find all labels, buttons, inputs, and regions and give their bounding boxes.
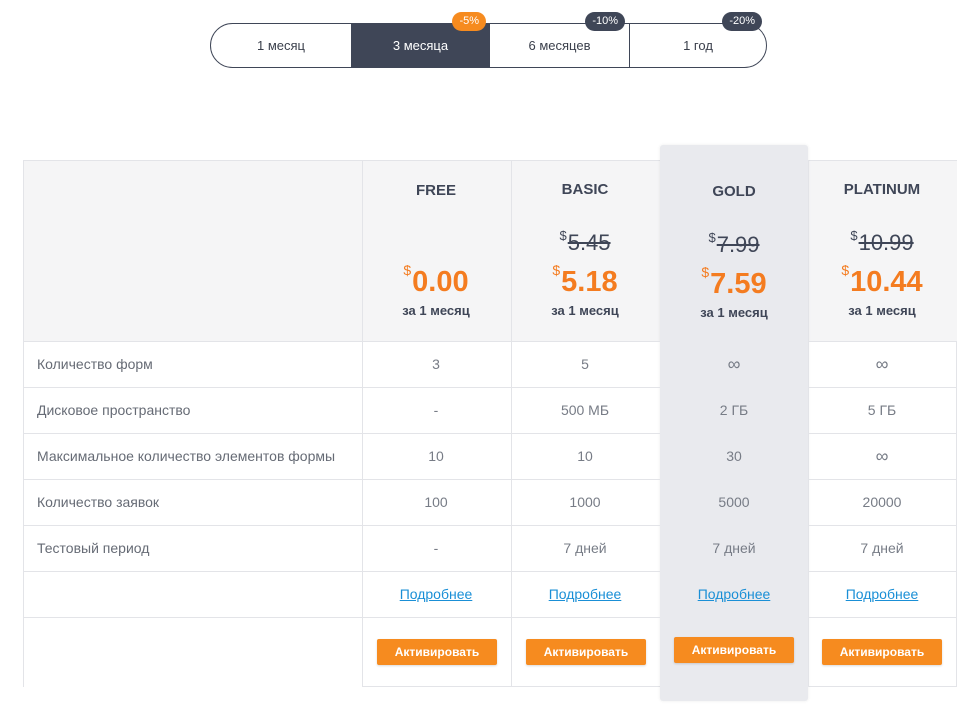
price-value: 0.00: [412, 266, 469, 298]
old-price-platinum: $10.99: [808, 228, 956, 256]
cell-value: 7 дней: [860, 540, 904, 556]
activate-button-gold[interactable]: Активировать: [674, 637, 794, 663]
price-free: $0.00: [362, 262, 510, 299]
cell-value: -: [433, 540, 439, 556]
cell-value: ∞: [875, 446, 889, 466]
price-period-free: за 1 месяц: [402, 303, 470, 318]
currency-symbol: $: [559, 228, 567, 243]
cell-value: 1000: [569, 494, 601, 510]
period-switcher: 1 месяц 3 месяца -5% 6 месяцев -10% 1 го…: [210, 12, 767, 68]
activate-button-free[interactable]: Активировать: [377, 639, 497, 665]
period-6-months[interactable]: 6 месяцев -10%: [490, 12, 629, 67]
period-label: 1 месяц: [257, 38, 305, 53]
cell-value: 5: [581, 356, 589, 372]
cell-value: 20000: [862, 494, 902, 510]
period-label: 1 год: [683, 38, 713, 53]
cell-value: 100: [424, 494, 448, 510]
cell-value: 3: [432, 356, 440, 372]
cell-value: 5000: [718, 494, 750, 510]
plan-name-gold: GOLD: [712, 183, 756, 200]
period-label: 3 месяца: [392, 38, 449, 53]
cell-value: -: [433, 402, 439, 418]
period-3-months[interactable]: 3 месяца -5%: [351, 12, 490, 67]
more-link-free[interactable]: Подробнее: [362, 586, 510, 602]
discount-badge: -20%: [722, 12, 762, 31]
more-link-gold[interactable]: Подробнее: [660, 586, 808, 602]
row-label-elements: Максимальное количество элементов формы: [37, 448, 336, 464]
cell-value: 10: [428, 448, 444, 464]
price-value: 7.59: [710, 268, 767, 300]
price-basic: $5.18: [511, 262, 659, 299]
cell-value: 30: [726, 448, 742, 464]
currency-symbol: $: [708, 230, 716, 245]
old-price-gold: $7.99: [660, 230, 808, 258]
old-price-basic: $5.45: [511, 228, 659, 256]
row-label-forms: Количество форм: [37, 356, 153, 372]
price-gold: $7.59: [660, 264, 808, 301]
discount-badge: -10%: [585, 12, 625, 31]
period-1-year[interactable]: 1 год -20%: [629, 12, 766, 67]
cell-value: 2 ГБ: [719, 402, 749, 418]
period-label: 6 месяцев: [528, 38, 591, 53]
cell-value: 500 МБ: [560, 402, 610, 418]
price-value: 10.44: [850, 266, 923, 298]
row-label-requests: Количество заявок: [37, 494, 160, 510]
more-link-basic[interactable]: Подробнее: [511, 586, 659, 602]
cell-value: ∞: [875, 354, 889, 374]
cell-value: 5 ГБ: [867, 402, 897, 418]
price-period-platinum: за 1 месяц: [848, 303, 916, 318]
old-price-value: 10.99: [858, 230, 914, 255]
cell-value: 7 дней: [563, 540, 607, 556]
cell-value: ∞: [727, 354, 741, 374]
cell-value: 7 дней: [712, 540, 756, 556]
gold-column-highlight: [660, 145, 808, 701]
row-label-disk: Дисковое пространство: [37, 402, 191, 418]
price-platinum: $10.44: [808, 262, 956, 299]
activate-button-platinum[interactable]: Активировать: [822, 639, 942, 665]
plan-name-free: FREE: [415, 182, 456, 199]
currency-symbol: $: [552, 262, 561, 278]
label-column: [24, 342, 363, 687]
price-value: 5.18: [561, 266, 618, 298]
cell-value: 10: [577, 448, 593, 464]
currency-symbol: $: [841, 262, 850, 278]
currency-symbol: $: [850, 228, 858, 243]
old-price-value: 5.45: [567, 230, 611, 255]
currency-symbol: $: [701, 264, 710, 280]
plan-name-basic: BASIC: [561, 181, 609, 198]
period-1-month[interactable]: 1 месяц: [211, 24, 351, 67]
discount-badge: -5%: [452, 12, 486, 31]
activate-button-basic[interactable]: Активировать: [526, 639, 646, 665]
plan-name-platinum: PLATINUM: [843, 181, 921, 198]
old-price-value: 7.99: [716, 232, 760, 257]
price-period-gold: за 1 месяц: [700, 305, 768, 320]
header-empty-cell: [24, 161, 363, 342]
currency-symbol: $: [403, 262, 412, 278]
price-period-basic: за 1 месяц: [551, 303, 619, 318]
more-link-platinum[interactable]: Подробнее: [808, 586, 956, 602]
row-label-trial: Тестовый период: [37, 540, 150, 556]
